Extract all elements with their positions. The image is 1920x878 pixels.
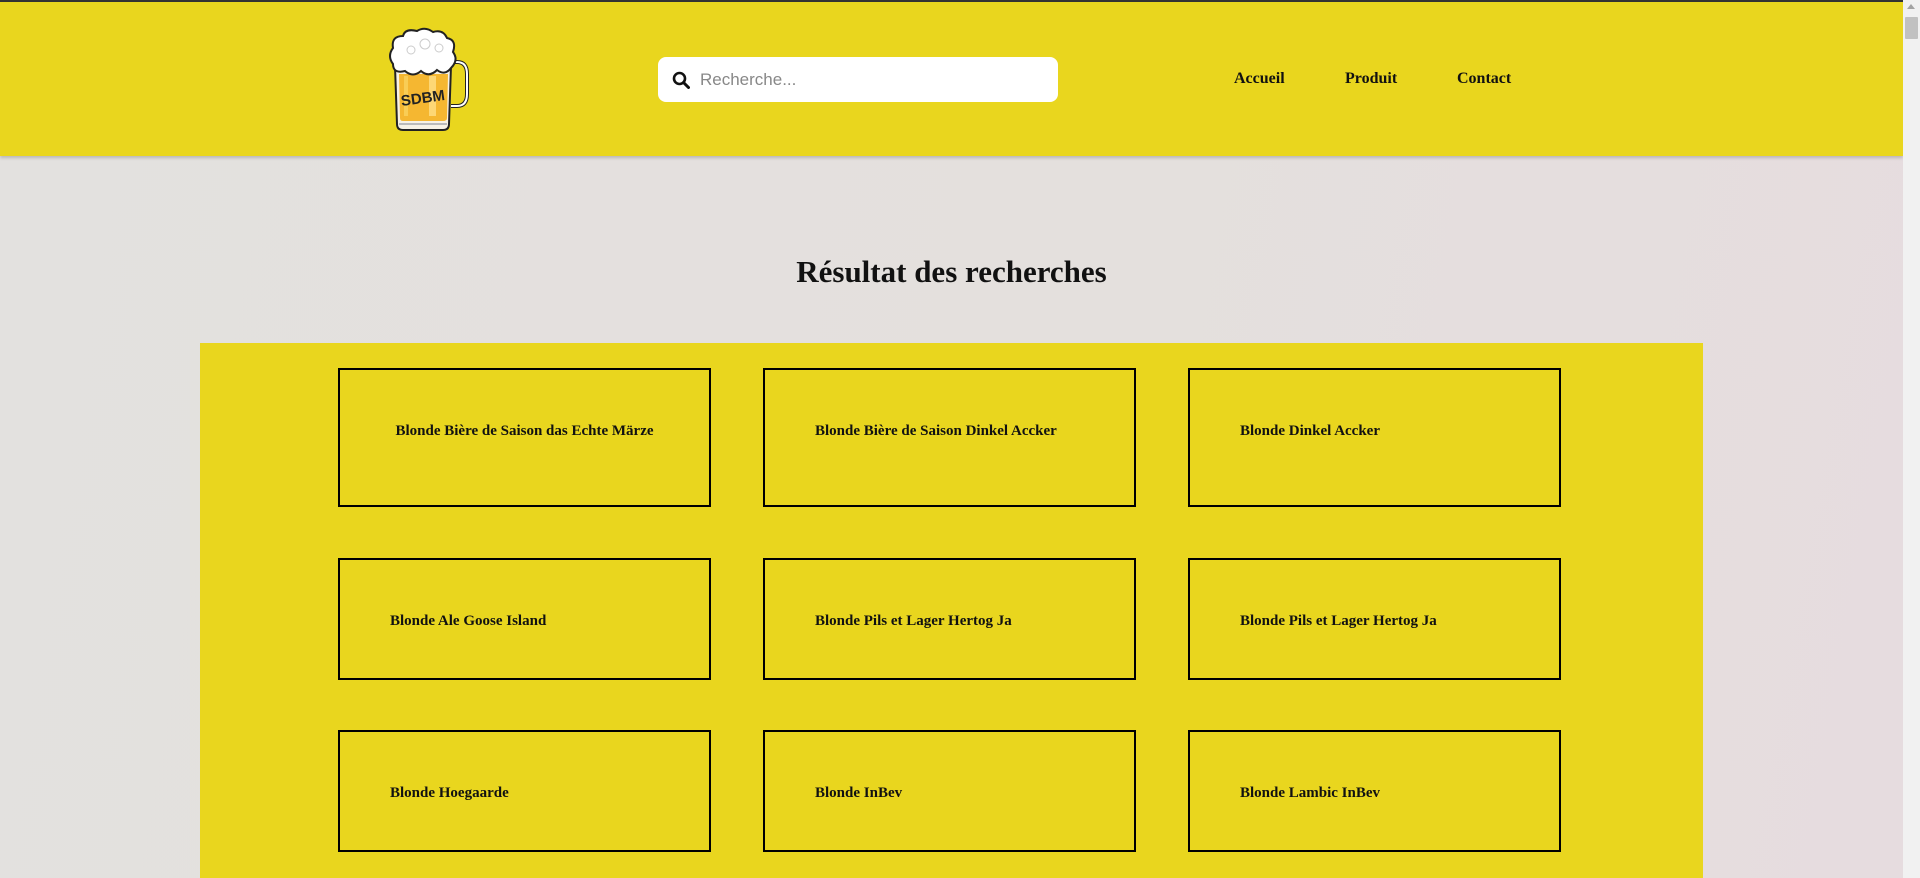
result-card[interactable]: Blonde Ale Goose Island <box>338 558 711 680</box>
result-card[interactable]: Blonde Lambic InBev <box>1188 730 1561 852</box>
search-input[interactable] <box>700 69 1040 90</box>
result-card[interactable]: Blonde Hoegaarde <box>338 730 711 852</box>
result-card-title: Blonde Hoegaarde <box>390 785 509 801</box>
result-card[interactable]: Blonde Pils et Lager Hertog Ja <box>1188 558 1561 680</box>
beer-mug-icon: SDBM <box>389 27 469 131</box>
result-card-title: Blonde Pils et Lager Hertog Ja <box>1240 613 1437 629</box>
result-card[interactable]: Blonde Bière de Saison Dinkel Accker <box>763 368 1136 507</box>
result-card-title: Blonde Lambic InBev <box>1240 785 1381 801</box>
nav-link-contact[interactable]: Contact <box>1457 70 1511 88</box>
search-icon[interactable] <box>672 71 690 89</box>
scroll-up-arrow-icon[interactable] <box>1907 4 1915 9</box>
result-card[interactable]: Blonde Bière de Saison das Echte Märze <box>338 368 711 507</box>
site-header: SDBM Accueil Produit Contact <box>0 2 1903 156</box>
result-card-title: Blonde Ale Goose Island <box>390 613 547 629</box>
logo-link[interactable]: SDBM <box>385 26 471 134</box>
result-card-title: Blonde Dinkel Accker <box>1240 423 1381 439</box>
scrollbar-thumb[interactable] <box>1905 17 1918 39</box>
nav-link-produit[interactable]: Produit <box>1345 70 1397 88</box>
result-card[interactable]: Blonde Pils et Lager Hertog Ja <box>763 558 1136 680</box>
result-card[interactable]: Blonde InBev <box>763 730 1136 852</box>
result-card-title: Blonde Pils et Lager Hertog Ja <box>815 613 1012 629</box>
result-card-title: Blonde Bière de Saison das Echte Märze <box>395 423 654 439</box>
results-grid: Blonde Bière de Saison das Echte Märze B… <box>200 343 1703 878</box>
result-card-title: Blonde InBev <box>815 785 903 801</box>
page-title: Résultat des recherches <box>796 254 1107 289</box>
vertical-scrollbar[interactable] <box>1903 0 1920 878</box>
search-bar <box>658 57 1058 102</box>
result-card-title: Blonde Bière de Saison Dinkel Accker <box>815 423 1057 439</box>
nav-link-accueil[interactable]: Accueil <box>1234 70 1285 88</box>
result-card[interactable]: Blonde Dinkel Accker <box>1188 368 1561 507</box>
